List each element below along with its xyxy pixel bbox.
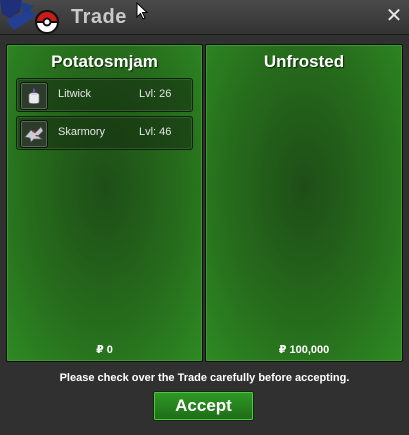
item-level: Lvl: 46 [139, 126, 172, 138]
trade-notice: Please check over the Trade carefully be… [59, 372, 350, 384]
mouse-cursor-icon [136, 2, 149, 20]
trade-item-skarmory[interactable]: Skarmory Lvl: 46 [16, 116, 193, 150]
right-trade-panel: Unfrosted ₽ 100,000 [205, 44, 403, 362]
money-amount: 100,000 [289, 344, 330, 356]
item-name: Skarmory [58, 126, 106, 138]
currency-symbol: ₽ [96, 344, 104, 356]
item-name: Litwick [58, 88, 92, 100]
item-level: Lvl: 26 [139, 88, 172, 100]
right-money-offer: ₽ 100,000 [206, 343, 402, 356]
left-player-name: Potatosmjam [51, 52, 158, 71]
title-bar[interactable]: Trade ✕ [0, 0, 409, 35]
pokeball-logo-icon [0, 0, 60, 34]
litwick-icon [20, 82, 48, 110]
window-title: Trade [71, 6, 127, 28]
left-money-offer: ₽ 0 [7, 343, 202, 356]
left-trade-panel: Potatosmjam Litwick Lvl: 26 Skarmory Lvl… [6, 44, 203, 362]
money-amount: 0 [106, 344, 113, 356]
trade-window: Trade ✕ Potatosmjam Litwick Lvl: 26 Skar… [0, 0, 409, 435]
currency-symbol: ₽ [278, 344, 287, 356]
close-icon[interactable]: ✕ [385, 6, 403, 26]
trade-item-litwick[interactable]: Litwick Lvl: 26 [16, 78, 193, 112]
skarmory-icon [20, 120, 48, 148]
accept-button[interactable]: Accept [153, 391, 254, 421]
right-player-name: Unfrosted [263, 52, 345, 71]
